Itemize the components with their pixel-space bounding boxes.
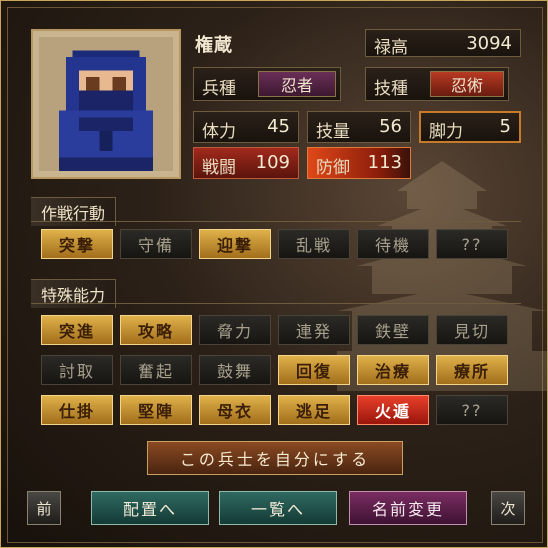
tactic-button[interactable]: 守備 [120, 229, 192, 259]
ability-button[interactable]: 堅陣 [120, 395, 192, 425]
tactic-button[interactable]: 待機 [357, 229, 429, 259]
ability-button[interactable]: 見切 [436, 315, 508, 345]
stat-value: 5 [499, 116, 511, 137]
tactic-button[interactable]: 乱戦 [278, 229, 350, 259]
tactic-button[interactable]: 突撃 [41, 229, 113, 259]
ability-button[interactable]: 連発 [278, 315, 350, 345]
skill-type-value: 忍術 [430, 71, 504, 97]
unit-name: 権蔵 [195, 35, 233, 56]
ability-button[interactable]: 仕掛 [41, 395, 113, 425]
ability-button[interactable]: 脅力 [199, 315, 271, 345]
next-button[interactable]: 次 [491, 491, 525, 525]
ability-button[interactable]: 突進 [41, 315, 113, 345]
ninja-portrait-icon [39, 37, 173, 171]
ability-button[interactable]: 治療 [357, 355, 429, 385]
skill-type-box: 技種 忍術 [365, 67, 509, 101]
make-own-button[interactable]: この兵士を自分にする [147, 441, 403, 475]
ability-button[interactable]: 奮起 [120, 355, 192, 385]
stat-label: 脚力 [429, 122, 463, 142]
prev-button[interactable]: 前 [27, 491, 61, 525]
stat-attack: 戦闘 109 [193, 147, 299, 179]
stat-skill: 技量 56 [307, 111, 411, 143]
rename-button[interactable]: 名前変更 [349, 491, 467, 525]
stat-value: 113 [367, 152, 402, 173]
deploy-button[interactable]: 配置へ [91, 491, 209, 525]
stat-defense: 防御 113 [307, 147, 411, 179]
ability-button[interactable]: 母衣 [199, 395, 271, 425]
stat-label: 戦闘 [202, 158, 236, 178]
troop-type-value: 忍者 [258, 71, 336, 97]
stat-stamina: 体力 45 [193, 111, 299, 143]
troop-type-box: 兵種 忍者 [193, 67, 341, 101]
stat-label: 体力 [202, 122, 236, 142]
tactic-button[interactable]: ?? [436, 229, 508, 259]
ability-button[interactable]: ?? [436, 395, 508, 425]
stat-value: 45 [267, 116, 290, 137]
ability-button[interactable]: 療所 [436, 355, 508, 385]
stat-value: 109 [255, 152, 290, 173]
ability-button[interactable]: 回復 [278, 355, 350, 385]
stipend-box: 禄高 3094 [365, 29, 521, 58]
tactic-button[interactable]: 迎撃 [199, 229, 271, 259]
portrait-frame [31, 29, 181, 179]
ability-button[interactable]: 火遁 [357, 395, 429, 425]
unit-status-window: 権蔵 禄高 3094 兵種 忍者 技種 忍術 体力 45 技量 56 脚力 5 … [0, 0, 548, 548]
troop-type-label: 兵種 [202, 79, 236, 99]
list-button[interactable]: 一覧へ [219, 491, 337, 525]
stat-value: 56 [379, 116, 402, 137]
stat-label: 技量 [316, 122, 350, 142]
ability-button[interactable]: 鼓舞 [199, 355, 271, 385]
tactics-divider [31, 221, 521, 222]
stipend-label: 禄高 [374, 38, 408, 58]
ability-button[interactable]: 攻略 [120, 315, 192, 345]
stipend-value: 3094 [466, 33, 512, 54]
ability-button[interactable]: 逃足 [278, 395, 350, 425]
skill-type-label: 技種 [374, 79, 408, 99]
stat-speed: 脚力 5 [419, 111, 521, 143]
abilities-divider [31, 303, 521, 304]
ability-button[interactable]: 討取 [41, 355, 113, 385]
ability-button[interactable]: 鉄壁 [357, 315, 429, 345]
stat-label: 防御 [316, 158, 350, 178]
